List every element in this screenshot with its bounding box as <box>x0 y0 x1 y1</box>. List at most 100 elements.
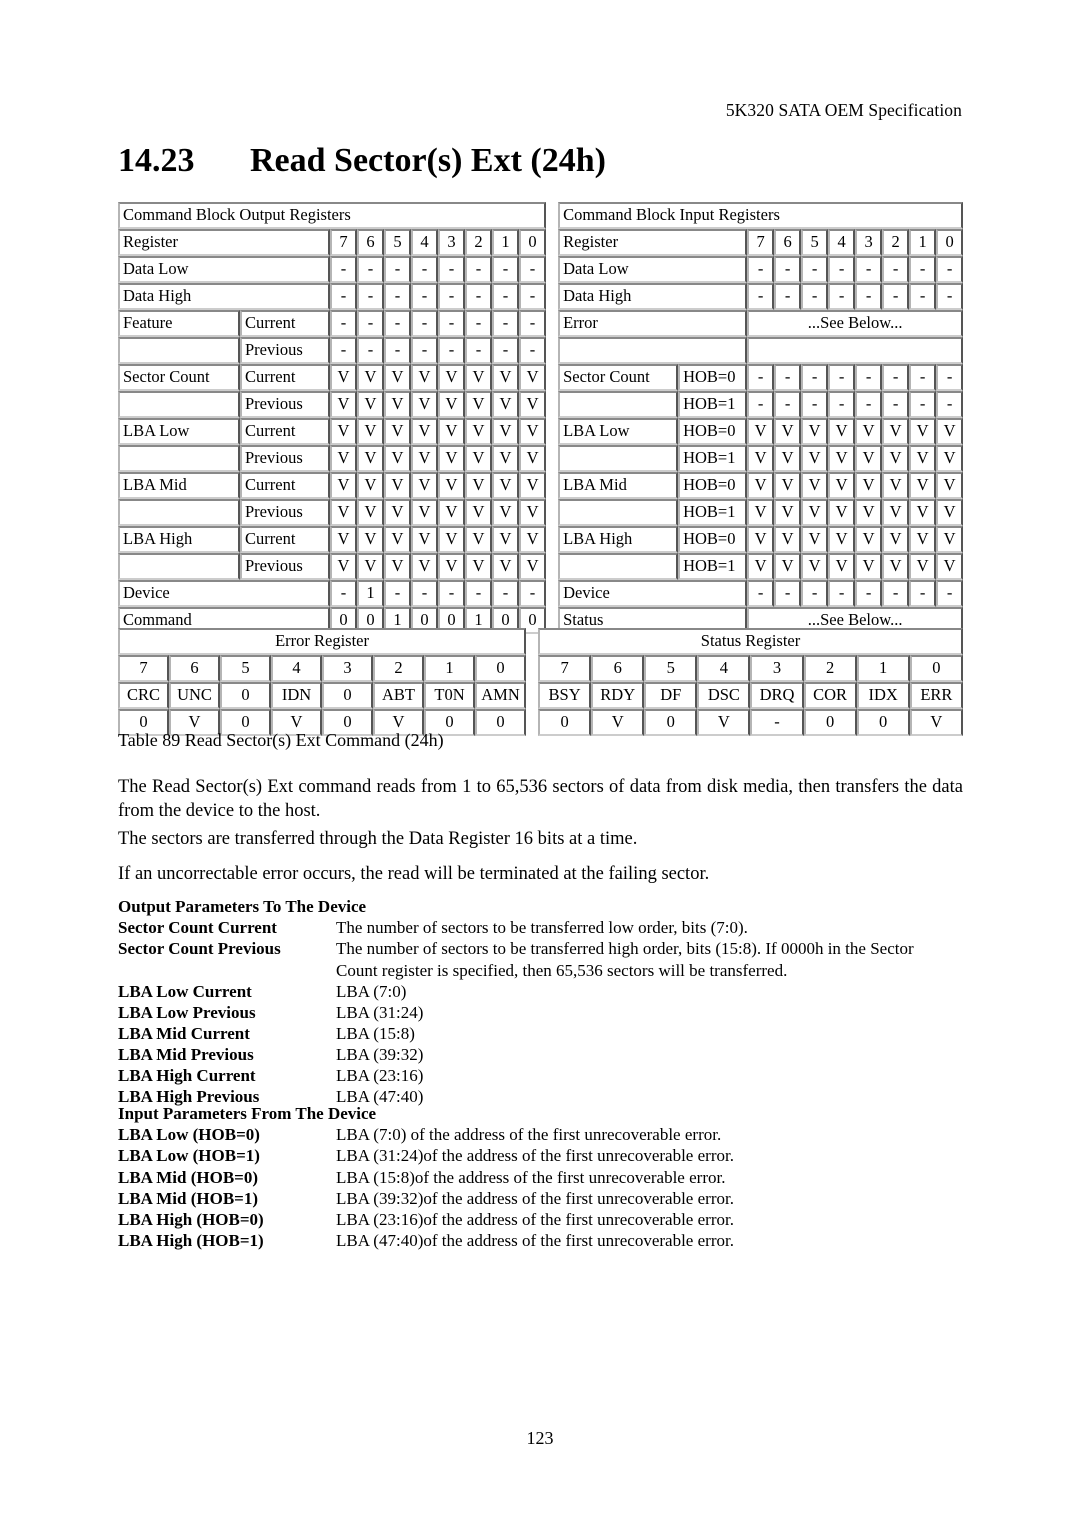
output-bit-value: - <box>330 310 357 337</box>
output-bit-value: - <box>411 310 438 337</box>
output-row-sub: Previous <box>240 337 330 364</box>
error-bit-name: AMN <box>475 682 527 709</box>
input-bit-value: V <box>801 499 829 526</box>
output-bit-value: V <box>357 364 384 391</box>
output-bit-value: V <box>384 499 411 526</box>
status-bit-name: DRQ <box>750 682 804 709</box>
status-bit-name: DF <box>644 682 698 709</box>
section-title-text: Read Sector(s) Ext (24h) <box>250 142 606 179</box>
input-bit-value: - <box>774 364 802 391</box>
input-bit-value: V <box>747 499 775 526</box>
error-bit-name: IDN <box>271 682 322 709</box>
input-bit-value: - <box>909 364 937 391</box>
command-block-input-registers-table: Command Block Input Registers Register 7 6 5… <box>558 202 964 634</box>
output-bit-value: - <box>492 337 519 364</box>
input-row-sub: HOB=0 <box>678 418 748 445</box>
input-bit-value: - <box>801 283 829 310</box>
status-bit-index-row: 76543210 <box>538 655 963 682</box>
output-bit-value: V <box>330 499 357 526</box>
input-bit-value: V <box>855 418 883 445</box>
output-bit-header-2: 2 <box>465 229 492 256</box>
input-bit-value: V <box>747 445 775 472</box>
output-row-sub: Current <box>240 364 330 391</box>
output-bit-value: V <box>465 445 492 472</box>
input-bit-value: - <box>855 283 883 310</box>
output-bit-value: V <box>438 553 465 580</box>
input-bit-value: - <box>855 364 883 391</box>
output-row-name <box>118 553 240 580</box>
input-bit-value: V <box>855 445 883 472</box>
input-bit-value: V <box>774 472 802 499</box>
parameter-term: LBA Mid Current <box>118 1023 250 1043</box>
input-bit-value: V <box>774 445 802 472</box>
output-bit-value: - <box>357 256 384 283</box>
output-bit-value: - <box>411 580 438 607</box>
parameter-definition: LBA (23:16)of the address of the first u… <box>336 1209 734 1229</box>
input-bit-value: V <box>828 526 856 553</box>
parameter-row: Sector Count Current The number of sector… <box>118 917 978 938</box>
output-bit-value: - <box>411 256 438 283</box>
input-row-name: Error <box>558 310 748 337</box>
output-bit-value: V <box>357 391 384 418</box>
input-row-sub: HOB=1 <box>678 445 748 472</box>
input-bit-value: - <box>882 256 910 283</box>
output-bit-value: - <box>384 580 411 607</box>
output-bit-value: - <box>438 310 465 337</box>
input-bit-value: - <box>936 256 964 283</box>
output-bit-value: - <box>465 256 492 283</box>
output-bit-value: 1 <box>357 580 384 607</box>
input-bit-value: - <box>909 283 937 310</box>
output-bit-value: V <box>465 526 492 553</box>
parameter-row: LBA High (HOB=1) LBA (47:40)of the addres… <box>118 1230 978 1251</box>
output-bit-value: - <box>492 283 519 310</box>
output-bit-value: - <box>438 580 465 607</box>
input-row-sub: HOB=1 <box>678 499 748 526</box>
parameter-definition: LBA (23:16) <box>336 1065 424 1085</box>
bit-table-gutter <box>526 628 538 736</box>
input-bit-value: V <box>882 499 910 526</box>
status-title-row: Status Register <box>538 628 963 655</box>
output-bit-value: V <box>492 499 519 526</box>
status-bit-value: 0 <box>538 709 592 736</box>
output-row-name <box>118 337 240 364</box>
input-title-cell: Command Block Input Registers <box>558 202 964 229</box>
output-bit-value: V <box>357 553 384 580</box>
error-bit-index: 2 <box>373 655 424 682</box>
parameter-row: LBA Mid Previous LBA (39:32) <box>118 1044 978 1065</box>
output-row-sub: Previous <box>240 391 330 418</box>
output-bit-value: V <box>519 472 547 499</box>
parameter-term: LBA Low (HOB=0) <box>118 1125 260 1145</box>
input-bit-value: V <box>747 418 775 445</box>
input-bit-header-2: 2 <box>882 229 910 256</box>
output-row-name <box>118 445 240 472</box>
output-bit-value: V <box>438 391 465 418</box>
output-row-sub: Current <box>240 310 330 337</box>
status-bit-index: 4 <box>697 655 751 682</box>
input-bit-value: - <box>801 391 829 418</box>
output-row-name: Feature <box>118 310 240 337</box>
output-bit-value: - <box>465 337 492 364</box>
output-row-name: LBA Mid <box>118 472 240 499</box>
output-bit-value: - <box>519 283 547 310</box>
error-bit-index: 3 <box>322 655 373 682</box>
parameter-definition: LBA (47:40)of the address of the first u… <box>336 1230 734 1250</box>
output-bit-value: V <box>384 418 411 445</box>
input-bit-value: V <box>801 526 829 553</box>
output-bit-header-3: 3 <box>438 229 465 256</box>
output-bit-value: V <box>519 364 547 391</box>
output-bit-header-1: 1 <box>492 229 519 256</box>
input-bit-value: - <box>882 364 910 391</box>
status-bit-index: 1 <box>856 655 910 682</box>
error-bit-name: 0 <box>322 682 373 709</box>
table-row: LBA High Current V V V V V V V V <box>118 526 547 553</box>
input-bit-value: V <box>882 553 910 580</box>
input-bit-value: V <box>747 526 775 553</box>
parameter-term: LBA Mid (HOB=0) <box>118 1167 259 1187</box>
table-row: HOB=1 V V V V V V V V <box>558 553 964 580</box>
input-bit-value: - <box>828 283 856 310</box>
output-bit-value: - <box>519 337 547 364</box>
output-bit-value: V <box>330 364 357 391</box>
input-row-sub: HOB=0 <box>678 472 748 499</box>
input-bit-value: - <box>801 256 829 283</box>
input-bit-value: V <box>882 472 910 499</box>
